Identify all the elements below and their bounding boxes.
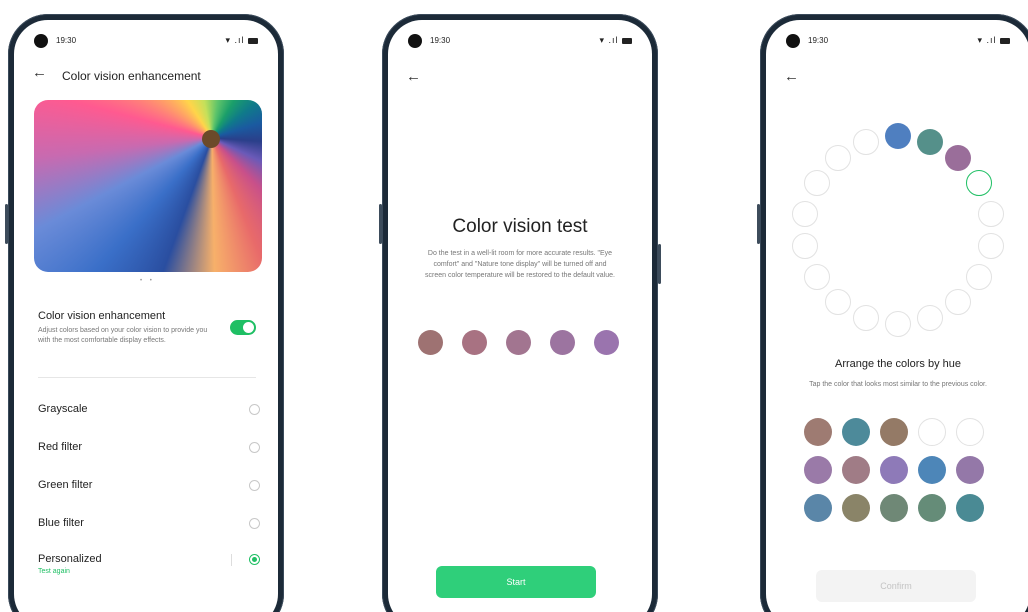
status-time: 19:30 [808,36,829,45]
sample-color-dot [462,330,487,355]
palette-color[interactable] [880,494,908,522]
wifi-signal-battery-icon: ▾ .ıl [225,35,258,46]
option-green-filter[interactable]: Green filter [38,476,260,496]
palette-color[interactable] [804,456,832,484]
palette-color[interactable] [804,418,832,446]
screen-arrange-colors: 19:30 ▾ .ıl ← Arrange the colors by hue … [766,20,1028,612]
ring-slot-empty[interactable] [945,289,972,315]
ring-slot-empty[interactable] [824,144,851,171]
ring-slot-empty[interactable] [852,128,879,155]
radio-button[interactable] [249,442,260,453]
palette-color[interactable] [918,494,946,522]
umbrella-banner-image [34,100,262,272]
phone-frame-2: 19:30 ▾ .ıl ← Color vision test Do the t… [379,14,661,612]
sample-colors-row [418,330,628,356]
phone-frame-1: 19:30 ▾ .ıl ← Color vision enhancement •… [5,14,284,612]
ring-slot-empty[interactable] [966,264,993,290]
side-button [379,204,382,244]
option-personalized[interactable]: Personalized Test again [38,550,260,584]
status-bar: 19:30 ▾ .ıl [32,34,260,50]
option-blue-filter[interactable]: Blue filter [38,514,260,534]
enhancement-toggle[interactable] [230,320,256,335]
palette-slot-empty[interactable] [918,418,946,446]
test-again-link[interactable]: Test again [38,568,70,575]
ring-slot-empty[interactable] [803,264,830,290]
option-label: Blue filter [38,517,84,529]
ring-slot-color[interactable] [917,128,944,155]
ring-slot-empty[interactable] [917,305,944,332]
ring-slot-empty[interactable] [977,233,1004,260]
palette-color[interactable] [880,456,908,484]
sample-color-dot [506,330,531,355]
palette-slot-empty[interactable] [956,418,984,446]
front-camera [786,34,800,48]
side-button [658,244,661,284]
ring-slot-color[interactable] [945,144,972,171]
ring-slot-empty[interactable] [792,200,819,227]
palette-color[interactable] [918,456,946,484]
radio-button-selected[interactable] [249,554,260,565]
option-label: Personalized [38,553,102,565]
palette-color[interactable] [956,456,984,484]
radio-button[interactable] [249,404,260,415]
screen-color-vision-test: 19:30 ▾ .ıl ← Color vision test Do the t… [388,20,652,612]
ring-slot-empty[interactable] [977,200,1004,227]
sample-color-dot [550,330,575,355]
status-time: 19:30 [56,36,77,45]
ring-slot-empty[interactable] [852,305,879,332]
test-description: Do the test in a well-lit room for more … [425,250,615,279]
palette-color[interactable] [956,494,984,522]
radio-button[interactable] [249,518,260,529]
screen-color-vision-enhancement: 19:30 ▾ .ıl ← Color vision enhancement •… [14,20,278,612]
back-arrow-icon[interactable]: ← [32,64,47,81]
option-label: Green filter [38,479,93,491]
ring-slot-empty[interactable] [824,289,851,315]
wifi-signal-battery-icon: ▾ .ıl [599,35,632,46]
palette-color[interactable] [842,418,870,446]
radio-button[interactable] [249,480,260,491]
status-time: 19:30 [430,36,451,45]
ring-slot-color[interactable] [885,123,911,149]
status-bar: 19:30 ▾ .ıl [406,34,634,50]
sample-color-dot [418,330,443,355]
phone-frame-3: 19:30 ▾ .ıl ← Arrange the colors by hue … [757,14,1028,612]
banner-pager: • • [140,278,155,284]
option-label: Grayscale [38,403,88,415]
test-title: Color vision test [452,216,588,237]
divider [231,554,232,566]
option-label: Red filter [38,441,83,453]
option-red-filter[interactable]: Red filter [38,438,260,458]
enhancement-title: Color vision enhancement [38,310,166,322]
arrange-description: Tap the color that looks most similar to… [809,381,987,388]
side-button [757,204,760,244]
palette-color[interactable] [842,494,870,522]
ring-slot-empty[interactable] [885,311,911,337]
page-title: Color vision enhancement [62,69,201,83]
sample-color-dot [594,330,619,355]
palette-color[interactable] [842,456,870,484]
ring-slot-selected[interactable] [966,170,993,196]
option-grayscale[interactable]: Grayscale [38,400,260,420]
umbrella-knob [202,130,220,148]
confirm-button[interactable]: Confirm [816,570,976,602]
arrange-title: Arrange the colors by hue [835,358,961,370]
side-button [5,204,8,244]
palette-color[interactable] [880,418,908,446]
wifi-signal-battery-icon: ▾ .ıl [977,35,1010,46]
back-arrow-icon[interactable]: ← [406,68,421,85]
start-button[interactable]: Start [436,566,596,598]
ring-slot-empty[interactable] [792,233,819,260]
status-bar: 19:30 ▾ .ıl [784,34,1012,50]
back-arrow-icon[interactable]: ← [784,68,799,85]
front-camera [34,34,48,48]
divider [38,377,256,378]
front-camera [408,34,422,48]
palette-color[interactable] [804,494,832,522]
ring-slot-empty[interactable] [803,170,830,196]
enhancement-description: Adjust colors based on your color vision… [38,327,208,344]
